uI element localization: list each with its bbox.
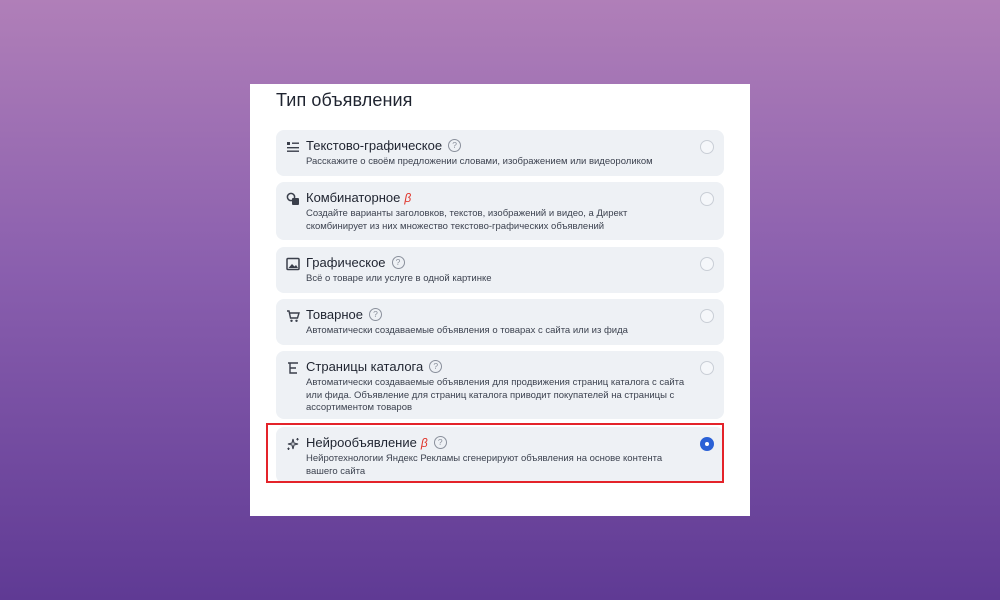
- text-graphic-icon: [286, 140, 300, 154]
- option-description: Автоматически создаваемые объявления о т…: [306, 325, 628, 336]
- selection-highlight-frame: [266, 423, 724, 483]
- panel-title: Тип объявления: [276, 90, 413, 110]
- option-description: Расскажите о своём предложении словами, …: [306, 156, 653, 167]
- radio-text-graphic[interactable]: [700, 140, 714, 154]
- option-title: Товарное ?: [306, 307, 383, 322]
- option-title: Текстово-графическое ?: [306, 138, 462, 153]
- option-product[interactable]: Товарное ? Автоматически создаваемые объ…: [276, 299, 724, 345]
- help-icon[interactable]: ?: [369, 308, 383, 321]
- option-combinatorial[interactable]: Комбинаторное β Создайте варианты заголо…: [276, 182, 724, 240]
- option-title: Графическое ?: [306, 255, 405, 270]
- option-description: Создайте варианты заголовков, текстов, и…: [306, 208, 628, 232]
- option-title: Страницы каталога ?: [306, 359, 443, 374]
- option-text-graphic[interactable]: Текстово-графическое ? Расскажите о своё…: [276, 130, 724, 176]
- help-icon[interactable]: ?: [429, 360, 443, 373]
- cart-icon: [286, 309, 300, 323]
- image-icon: [286, 257, 300, 271]
- option-description: Всё о товаре или услуге в одной картинке: [306, 273, 492, 284]
- radio-catalog-pages[interactable]: [700, 361, 714, 375]
- radio-product[interactable]: [700, 309, 714, 323]
- radio-combinatorial[interactable]: [700, 192, 714, 206]
- help-icon[interactable]: ?: [448, 139, 462, 152]
- combinatorial-icon: [286, 192, 300, 206]
- beta-badge: β: [404, 190, 412, 205]
- option-catalog-pages[interactable]: Страницы каталога ? Автоматически создав…: [276, 351, 724, 419]
- catalog-icon: [286, 361, 300, 375]
- option-graphic[interactable]: Графическое ? Всё о товаре или услуге в …: [276, 247, 724, 293]
- option-title: Комбинаторное β: [306, 190, 412, 205]
- option-description: Автоматически создаваемые объявления для…: [306, 377, 685, 413]
- help-icon[interactable]: ?: [391, 256, 405, 269]
- radio-graphic[interactable]: [700, 257, 714, 271]
